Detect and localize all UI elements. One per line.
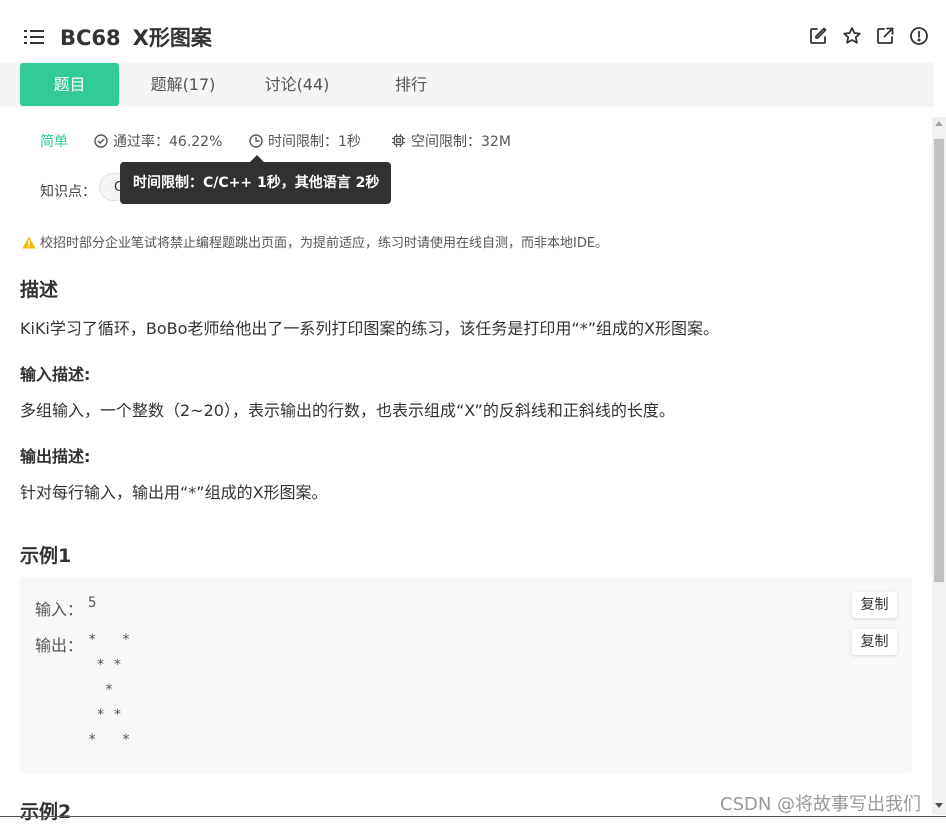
example1-heading: 示例1: [20, 545, 72, 567]
notice-text: 校招时部分企业笔试将禁止编程题跳出页面，为提前适应，练习时请使用在线自测，而非本…: [40, 236, 609, 251]
scroll-down-arrow-icon[interactable]: [935, 803, 943, 808]
space-limit: 空间限制：32M: [391, 131, 511, 151]
space-limit-text: 空间限制：32M: [411, 134, 511, 150]
description-text: KiKi学习了循环，BoBo老师给他出了一系列打印图案的练习，该任务是打印用“*…: [20, 319, 719, 338]
example1-input-label: 输入：: [35, 600, 84, 619]
input-description-heading: 输入描述:: [20, 365, 91, 384]
difficulty-badge: 简单: [40, 134, 68, 150]
copy-output-button[interactable]: 复制: [852, 629, 897, 655]
example1-input-value[interactable]: 5: [88, 591, 96, 616]
tab-ranking[interactable]: 排行: [367, 63, 455, 106]
warning-icon: [22, 236, 36, 249]
time-limit-text: 时间限制：1秒: [268, 134, 361, 150]
vertical-scrollbar[interactable]: [932, 117, 946, 815]
share-icon[interactable]: [875, 26, 895, 46]
check-circle-icon: [94, 134, 108, 148]
page-title: BC68 X形图案: [60, 22, 212, 52]
copy-input-button[interactable]: 复制: [852, 592, 897, 618]
scroll-thumb[interactable]: [934, 139, 944, 582]
star-icon[interactable]: [842, 26, 862, 46]
example1-box: 输入： 5 复制 输出： * * * * * * * * * 复制: [20, 577, 912, 773]
problem-title: X形图案: [132, 26, 212, 50]
tab-discussion[interactable]: 讨论(44): [253, 63, 341, 106]
problem-header: BC68 X形图案: [0, 0, 946, 66]
report-icon[interactable]: [909, 26, 929, 46]
tab-problem[interactable]: 题目: [20, 63, 119, 106]
problem-code: BC68: [60, 26, 121, 50]
exam-notice: 校招时部分企业笔试将禁止编程题跳出页面，为提前适应，练习时请使用在线自测，而非本…: [22, 232, 608, 251]
menu-icon[interactable]: [24, 29, 44, 45]
clock-icon: [249, 134, 263, 148]
example1-output-value[interactable]: * * * * * * * * *: [88, 628, 130, 753]
input-description-text: 多组输入，一个整数（2~20），表示输出的行数，也表示组成“X”的反斜线和正斜线…: [20, 401, 675, 420]
pass-rate: 通过率：46.22%: [94, 131, 222, 151]
scroll-up-arrow-icon[interactable]: [935, 121, 943, 126]
knowledge-label: 知识点：: [40, 184, 96, 200]
pass-rate-text: 通过率：46.22%: [113, 134, 223, 150]
example1-output-label: 输出：: [35, 636, 84, 655]
chip-icon: [392, 134, 405, 147]
output-description-text: 针对每行输入，输出用“*”组成的X形图案。: [20, 483, 328, 502]
description-heading: 描述: [20, 279, 59, 301]
tab-solutions[interactable]: 题解(17): [139, 63, 227, 106]
time-limit[interactable]: 时间限制：1秒: [249, 131, 361, 151]
tab-bar: 题目 题解(17) 讨论(44) 排行: [0, 62, 934, 107]
bottom-divider: [0, 816, 946, 817]
tooltip-arrow: [250, 155, 264, 162]
edit-icon[interactable]: [808, 26, 828, 46]
csdn-watermark: CSDN @将故事写出我们: [720, 794, 922, 815]
output-description-heading: 输出描述:: [20, 447, 91, 466]
time-limit-tooltip: 时间限制：C/C++ 1秒，其他语言 2秒: [120, 162, 391, 204]
